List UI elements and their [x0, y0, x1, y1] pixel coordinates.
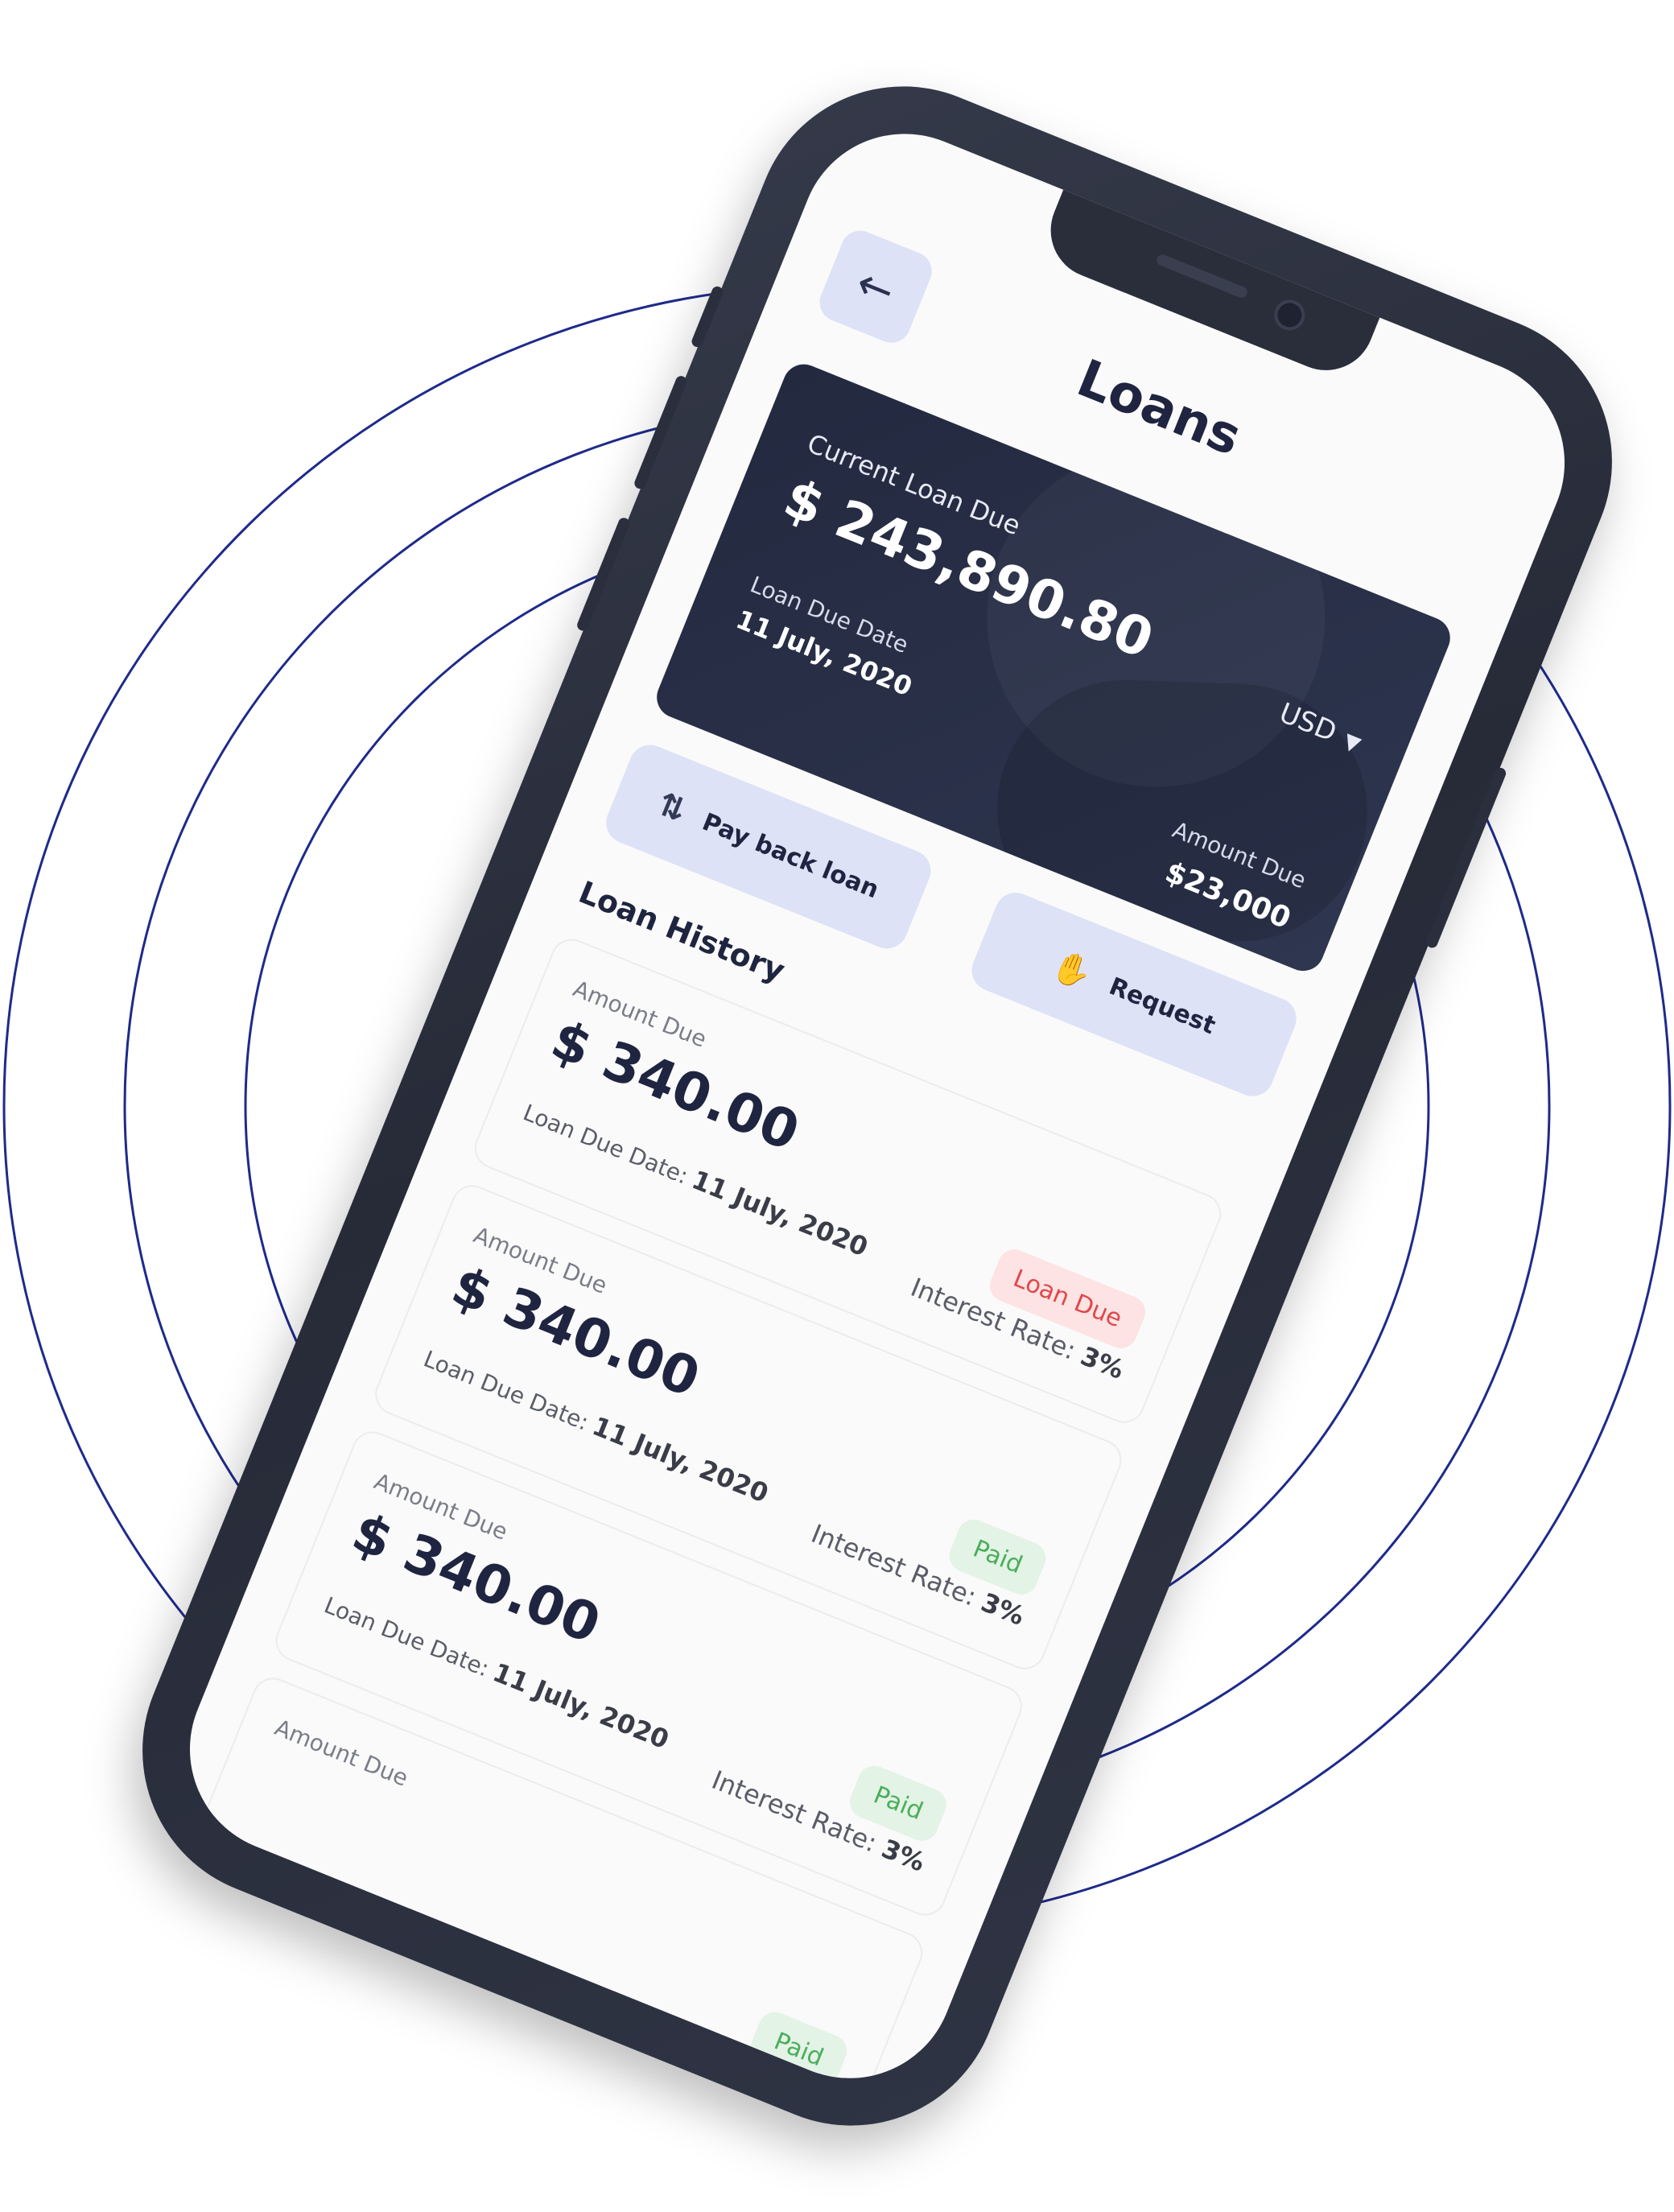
request-label: Request [1105, 972, 1220, 1040]
due-date-value: 11 July, 2020 [489, 1657, 674, 1756]
hand-money-icon: ✋ [1046, 945, 1099, 995]
due-date-value: 11 July, 2020 [687, 1164, 872, 1263]
pay-back-loan-label: Pay back loan [698, 807, 883, 904]
speaker-grille [1155, 253, 1249, 300]
front-camera [1269, 295, 1310, 336]
amount-label: Amount Due [270, 1714, 412, 1792]
due-date-value: 11 July, 2020 [588, 1410, 773, 1509]
caret-down-icon: ▼ [1339, 728, 1364, 757]
repeat-icon: ⇅ [652, 785, 691, 831]
